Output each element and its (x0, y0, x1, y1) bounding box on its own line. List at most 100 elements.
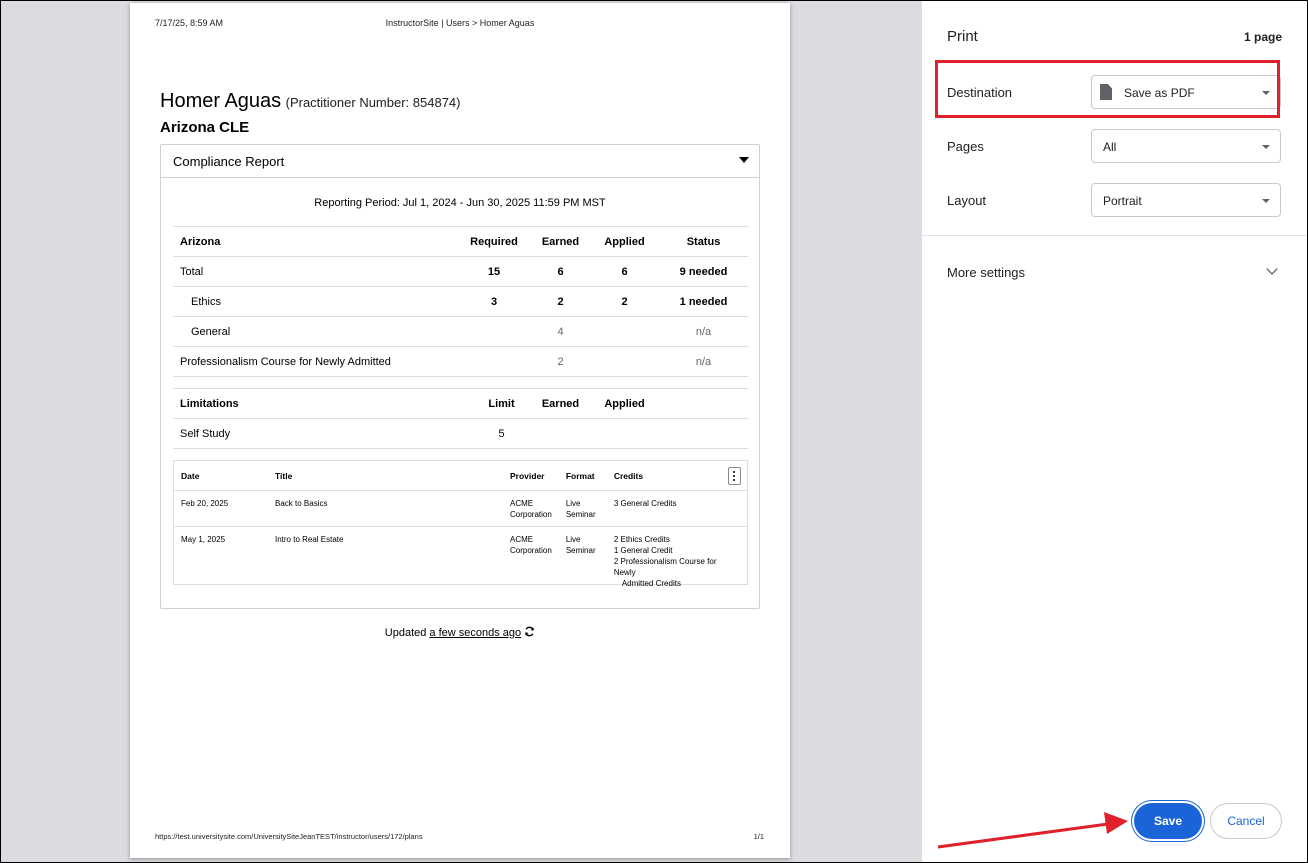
col-header: Required (457, 226, 531, 257)
cell-applied: 2 (590, 286, 659, 317)
cell-date: Feb 20, 2025 (174, 490, 268, 527)
format-line: Seminar (565, 546, 596, 555)
provider-line: Corporation (510, 510, 552, 519)
pages-select[interactable]: All (1091, 129, 1281, 163)
table-row: Professionalism Course for Newly Admitte… (173, 346, 748, 377)
updated-line: Updated a few seconds ago (130, 626, 790, 639)
col-header-empty (659, 388, 748, 419)
credit-line: Admitted Credits (621, 579, 681, 588)
kebab-menu-icon[interactable] (728, 467, 741, 485)
col-header: Limit (472, 388, 531, 419)
credit-line: 2 Ethics Credits (613, 535, 670, 544)
credit-line: 2 Professionalism Course for Newly (613, 557, 717, 577)
provider-line: ACME (510, 535, 534, 544)
card-title: Compliance Report (173, 154, 285, 169)
layout-select[interactable]: Portrait (1091, 183, 1281, 217)
table-row: General 4 n/a (173, 316, 748, 347)
col-header: Applied (590, 226, 659, 257)
col-header: Provider (503, 461, 559, 491)
divider (922, 235, 1307, 236)
col-header: Title (268, 461, 503, 491)
col-header: Format (558, 461, 607, 491)
cell-required (457, 346, 531, 377)
compliance-report-card: Compliance Report Reporting Period: Jul … (160, 144, 760, 609)
print-preview-area[interactable]: 7/17/25, 8:59 AM InstructorSite | Users … (1, 1, 922, 862)
page-count: 1 page (1243, 30, 1282, 44)
format-line: Live (565, 535, 581, 544)
format-line: Live (565, 499, 581, 508)
table-row: Self Study 5 (173, 418, 748, 449)
credits-detail-panel: Date Title Provider Format Credits Feb 2… (173, 460, 748, 588)
cancel-button[interactable]: Cancel (1210, 803, 1282, 839)
save-button[interactable]: Save (1134, 803, 1202, 839)
cell-status: n/a (659, 346, 748, 377)
cell-applied (590, 316, 659, 347)
cell-empty (659, 418, 748, 449)
col-header: Applied (590, 388, 659, 419)
limitations-table: Limitations Limit Earned Applied Self St… (173, 388, 748, 449)
format-line: Seminar (565, 510, 596, 519)
cell-required: 3 (457, 286, 531, 317)
destination-highlight-box (935, 60, 1280, 118)
table-row: Total 15 6 6 9 needed (173, 256, 748, 287)
cell-limit: 5 (472, 418, 531, 449)
cell-format: Live Seminar (559, 527, 607, 595)
layout-label: Layout (947, 193, 987, 208)
reporting-period: Reporting Period: Jul 1, 2024 - Jun 30, … (314, 197, 606, 209)
table-row: Ethics 3 2 2 1 needed (173, 286, 748, 317)
table-row: May 1, 2025 Intro to Real Estate ACME Cor… (174, 527, 747, 595)
cell-earned: 4 (531, 316, 590, 347)
col-header: Arizona (173, 226, 457, 257)
cell-applied (590, 346, 659, 377)
page-header-title: InstructorSite | Users > Homer Aguas (385, 18, 535, 28)
cell-credits: 3 General Credits (606, 490, 747, 527)
updated-link[interactable]: a few seconds ago (429, 627, 521, 639)
chevron-down-icon[interactable] (1266, 263, 1278, 275)
dropdown-arrow-icon (1262, 199, 1270, 203)
updated-prefix: Updated (384, 627, 427, 639)
row-label: Ethics (173, 286, 457, 317)
cell-title: Intro to Real Estate (275, 535, 344, 544)
cell-credits: 2 Ethics Credits 1 General Credit 2 Prof… (607, 527, 747, 595)
cell-earned: 2 (531, 346, 590, 377)
pages-label: Pages (947, 139, 984, 154)
requirements-table: Arizona Required Earned Applied Status T… (173, 226, 748, 377)
pages-value: All (1103, 140, 1117, 154)
provider-line: ACME (510, 499, 534, 508)
user-name: Homer Aguas (160, 90, 282, 112)
cell-format: Live Seminar (558, 490, 607, 527)
cell-status: 9 needed (659, 256, 748, 287)
col-header: Earned (531, 388, 590, 419)
cell-applied (590, 418, 659, 449)
table-header-row: Date Title Provider Format Credits (174, 461, 747, 491)
credits-detail-table: Date Title Provider Format Credits Feb 2… (174, 461, 747, 594)
card-header[interactable]: Compliance Report (161, 145, 759, 178)
user-heading: Homer Aguas (Practitioner Number: 854874… (160, 90, 460, 113)
refresh-icon[interactable] (524, 626, 535, 637)
row-label: Professionalism Course for Newly Admitte… (173, 346, 457, 377)
credit-line: 3 General Credits (613, 499, 677, 508)
col-header: Date (174, 461, 268, 491)
caret-down-icon[interactable] (739, 157, 749, 163)
table-header-row: Limitations Limit Earned Applied (173, 388, 748, 419)
cell-required: 15 (457, 256, 531, 287)
row-label: General (173, 316, 457, 347)
col-header: Credits (606, 461, 747, 491)
dropdown-arrow-icon (1262, 145, 1270, 149)
more-settings-toggle[interactable]: More settings (947, 265, 1025, 280)
cell-status: 1 needed (659, 286, 748, 317)
cell-earned: 2 (531, 286, 590, 317)
table-header-row: Arizona Required Earned Applied Status (173, 226, 748, 257)
plan-subtitle: Arizona CLE (160, 119, 250, 136)
cell-status: n/a (659, 316, 748, 347)
cell-provider: ACME Corporation (503, 490, 559, 527)
print-settings-panel: Print 1 page Destination Save as PDF Pag… (922, 1, 1307, 862)
print-title: Print (947, 28, 978, 45)
row-label: Self Study (173, 418, 472, 449)
page-footer-number: 1/1 (753, 832, 764, 841)
cell-earned: 6 (531, 256, 590, 287)
cell-required (457, 316, 531, 347)
practitioner-number: (Practitioner Number: 854874) (285, 95, 461, 110)
provider-line: Corporation (510, 546, 552, 555)
col-header: Earned (531, 226, 590, 257)
